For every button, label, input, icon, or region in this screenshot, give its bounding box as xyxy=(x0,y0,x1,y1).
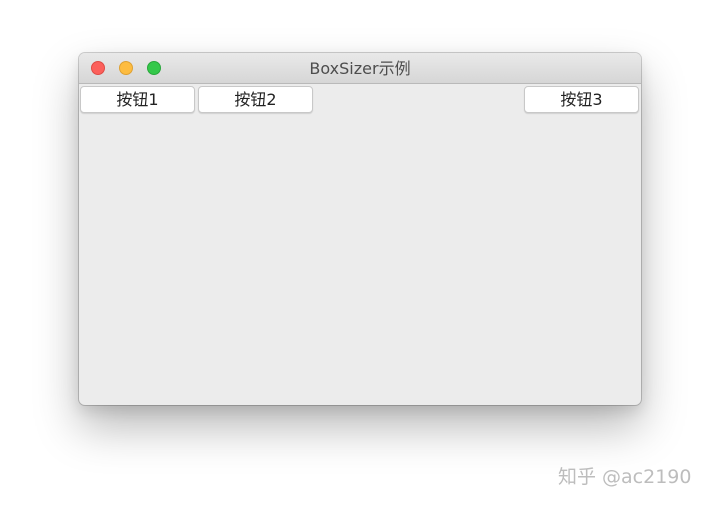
window-content: 按钮1 按钮2 按钮3 xyxy=(79,84,641,405)
window-title: BoxSizer示例 xyxy=(309,59,411,78)
title-bar[interactable]: BoxSizer示例 xyxy=(79,53,641,84)
button-3[interactable]: 按钮3 xyxy=(524,86,639,113)
button-2[interactable]: 按钮2 xyxy=(198,86,313,113)
button-1[interactable]: 按钮1 xyxy=(80,86,195,113)
app-window: BoxSizer示例 按钮1 按钮2 按钮3 xyxy=(79,53,641,405)
watermark: 知乎 @ac2190 xyxy=(558,466,692,488)
